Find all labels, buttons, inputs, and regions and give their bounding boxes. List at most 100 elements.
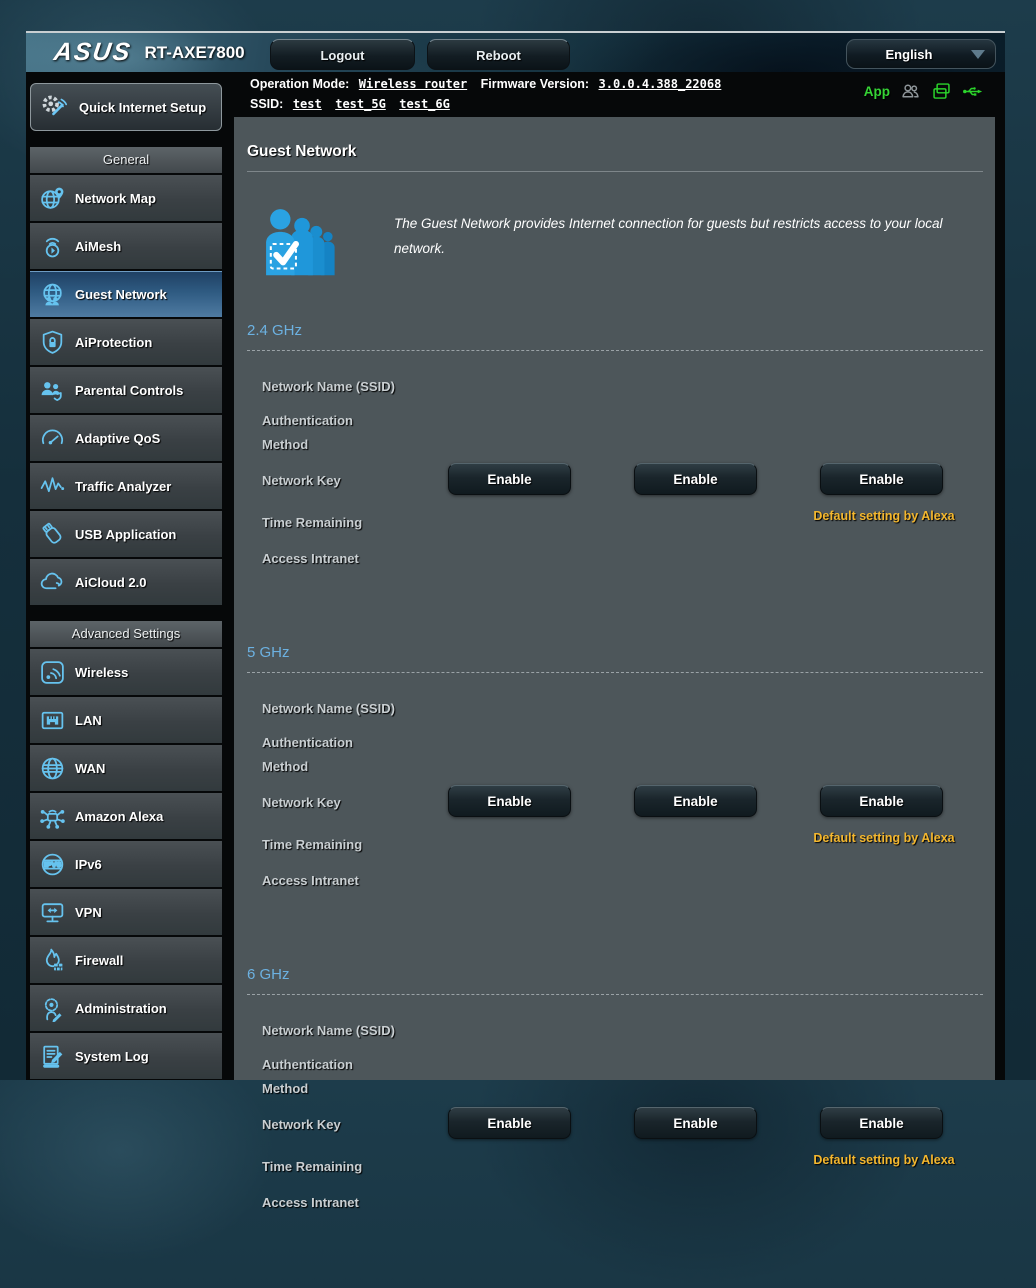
guest-network-icon [43, 283, 62, 306]
field-label-authentication-method: Authentication Method [262, 1057, 353, 1096]
reboot-button[interactable]: Reboot [427, 39, 570, 70]
guest-network-description: The Guest Network provides Internet conn… [394, 216, 943, 256]
traffic-analyzer-icon [40, 476, 65, 492]
router-admin-window: ASUS RT-AXE7800 Logout Reboot English Op… [26, 31, 1005, 1210]
sidebar-item-label: AiMesh [75, 238, 122, 254]
ssid-link-3[interactable]: test_6G [399, 97, 450, 111]
sidebar-item-label: Traffic Analyzer [75, 478, 172, 494]
sidebar-item-guest-network[interactable]: Guest Network [30, 271, 222, 317]
language-value: English [885, 46, 933, 62]
sidebar-item-label: VPN [75, 904, 102, 920]
sidebar-item-wan[interactable]: WAN [30, 745, 222, 791]
firmware-version-link[interactable]: 3.0.0.4.388_22068 [599, 77, 722, 91]
chevron-down-icon [971, 49, 985, 59]
sidebar-item-label: System Log [75, 1048, 149, 1064]
sidebar: Quick Internet Setup General Network Map… [30, 83, 222, 1081]
field-label-network-key: Network Key [262, 1117, 341, 1132]
parental-controls-icon [41, 381, 62, 401]
band-title: 6 GHz [247, 966, 290, 983]
dashed-divider [247, 672, 983, 673]
sidebar-item-ipv6[interactable]: IPV6 IPv6 [30, 841, 222, 887]
firmware-label: Firmware Version: [480, 77, 590, 91]
sidebar-item-parental-controls[interactable]: Parental Controls [30, 367, 222, 413]
ssid-link-2[interactable]: test_5G [335, 97, 386, 111]
users-icon[interactable] [900, 81, 921, 102]
enable-button-row: Enable Enable Enable [448, 785, 943, 817]
app-link[interactable]: App [864, 84, 890, 99]
enable-guest-1-button[interactable]: Enable [448, 785, 571, 817]
sidebar-item-lan[interactable]: LAN [30, 697, 222, 743]
enable-guest-1-button[interactable]: Enable [448, 463, 571, 495]
enable-guest-2-button[interactable]: Enable [634, 785, 757, 817]
sidebar-item-label: Amazon Alexa [75, 808, 164, 824]
band-section-2-4ghz: 2.4 GHz Network Name (SSID) Authenticati… [234, 322, 995, 578]
field-label-time-remaining: Time Remaining [262, 837, 363, 852]
sidebar-item-label: Parental Controls [75, 382, 184, 398]
operation-mode-link[interactable]: Wireless router [359, 77, 467, 91]
enable-guest-3-button[interactable]: Enable [820, 785, 943, 817]
sidebar-item-label: Firewall [75, 952, 124, 968]
sidebar-item-traffic-analyzer[interactable]: Traffic Analyzer [30, 463, 222, 509]
aiprotection-icon [42, 330, 63, 354]
sidebar-item-label: Administration [75, 1000, 167, 1016]
quick-setup-icon [42, 95, 68, 116]
vpn-icon [41, 902, 64, 922]
aicloud-icon [40, 572, 63, 589]
lan-icon [41, 711, 64, 729]
field-label-authentication-method: Authentication Method [262, 735, 353, 774]
sidebar-item-aiprotection[interactable]: AiProtection [30, 319, 222, 365]
field-label-authentication-method: Authentication Method [262, 413, 353, 452]
sidebar-item-usb-application[interactable]: USB Application [30, 511, 222, 557]
ssid-link-1[interactable]: test [293, 97, 322, 111]
device-sync-icon[interactable] [931, 81, 952, 102]
amazon-alexa-icon [40, 809, 65, 829]
sidebar-item-label: AiProtection [75, 334, 153, 350]
sidebar-item-system-log[interactable]: System Log [30, 1033, 222, 1079]
sidebar-item-label: Adaptive QoS [75, 430, 161, 446]
sidebar-item-label: AiCloud 2.0 [75, 574, 147, 590]
alexa-default-note: Default setting by Alexa [813, 831, 955, 845]
band-title: 5 GHz [247, 644, 290, 661]
enable-guest-1-button[interactable]: Enable [448, 1107, 571, 1139]
wan-icon [41, 757, 64, 779]
enable-guest-2-button[interactable]: Enable [634, 1107, 757, 1139]
sidebar-item-label: WAN [75, 760, 106, 776]
top-banner: ASUS RT-AXE7800 Logout Reboot English [26, 31, 1005, 72]
logout-button[interactable]: Logout [270, 39, 415, 70]
sidebar-item-label: USB Application [75, 526, 177, 542]
sidebar-item-aimesh[interactable]: AiMesh [30, 223, 222, 269]
enable-guest-3-button[interactable]: Enable [820, 1107, 943, 1139]
sidebar-item-administration[interactable]: Administration [30, 985, 222, 1031]
language-dropdown[interactable]: English [846, 39, 996, 69]
field-label-network-key: Network Key [262, 795, 341, 810]
enable-guest-3-button[interactable]: Enable [820, 463, 943, 495]
field-label-time-remaining: Time Remaining [262, 515, 363, 530]
alexa-default-note: Default setting by Alexa [813, 1153, 955, 1167]
enable-button-row: Enable Enable Enable [448, 463, 943, 495]
sidebar-item-network-map[interactable]: Network Map [30, 175, 222, 221]
aimesh-icon [45, 237, 60, 257]
sidebar-item-vpn[interactable]: VPN [30, 889, 222, 935]
enable-button-row: Enable Enable Enable [448, 1107, 943, 1139]
sidebar-item-firewall[interactable]: Firewall [30, 937, 222, 983]
sidebar-item-quick-internet-setup[interactable]: Quick Internet Setup [30, 83, 222, 131]
brand-area: ASUS RT-AXE7800 [52, 38, 245, 67]
ssid-row: SSID: test test_5G test_6G [250, 97, 450, 111]
usb-plug-icon[interactable] [962, 81, 983, 102]
sidebar-item-amazon-alexa[interactable]: Amazon Alexa [30, 793, 222, 839]
status-icon-bar: App [864, 81, 983, 102]
field-label-ssid: Network Name (SSID) [262, 701, 395, 716]
sidebar-header-general: General [30, 147, 222, 173]
main-content-panel: Guest Network The Guest Network provides… [234, 117, 995, 1210]
sidebar-item-label: IPv6 [75, 856, 102, 872]
sidebar-item-wireless[interactable]: Wireless [30, 649, 222, 695]
ipv6-icon: IPV6 [41, 853, 64, 875]
wireless-icon [41, 660, 64, 684]
dashed-divider [247, 350, 983, 351]
administration-icon [44, 997, 62, 1022]
field-label-ssid: Network Name (SSID) [262, 1023, 395, 1038]
enable-guest-2-button[interactable]: Enable [634, 463, 757, 495]
usb-application-icon [42, 522, 62, 544]
sidebar-item-adaptive-qos[interactable]: Adaptive QoS [30, 415, 222, 461]
sidebar-item-aicloud[interactable]: AiCloud 2.0 [30, 559, 222, 605]
